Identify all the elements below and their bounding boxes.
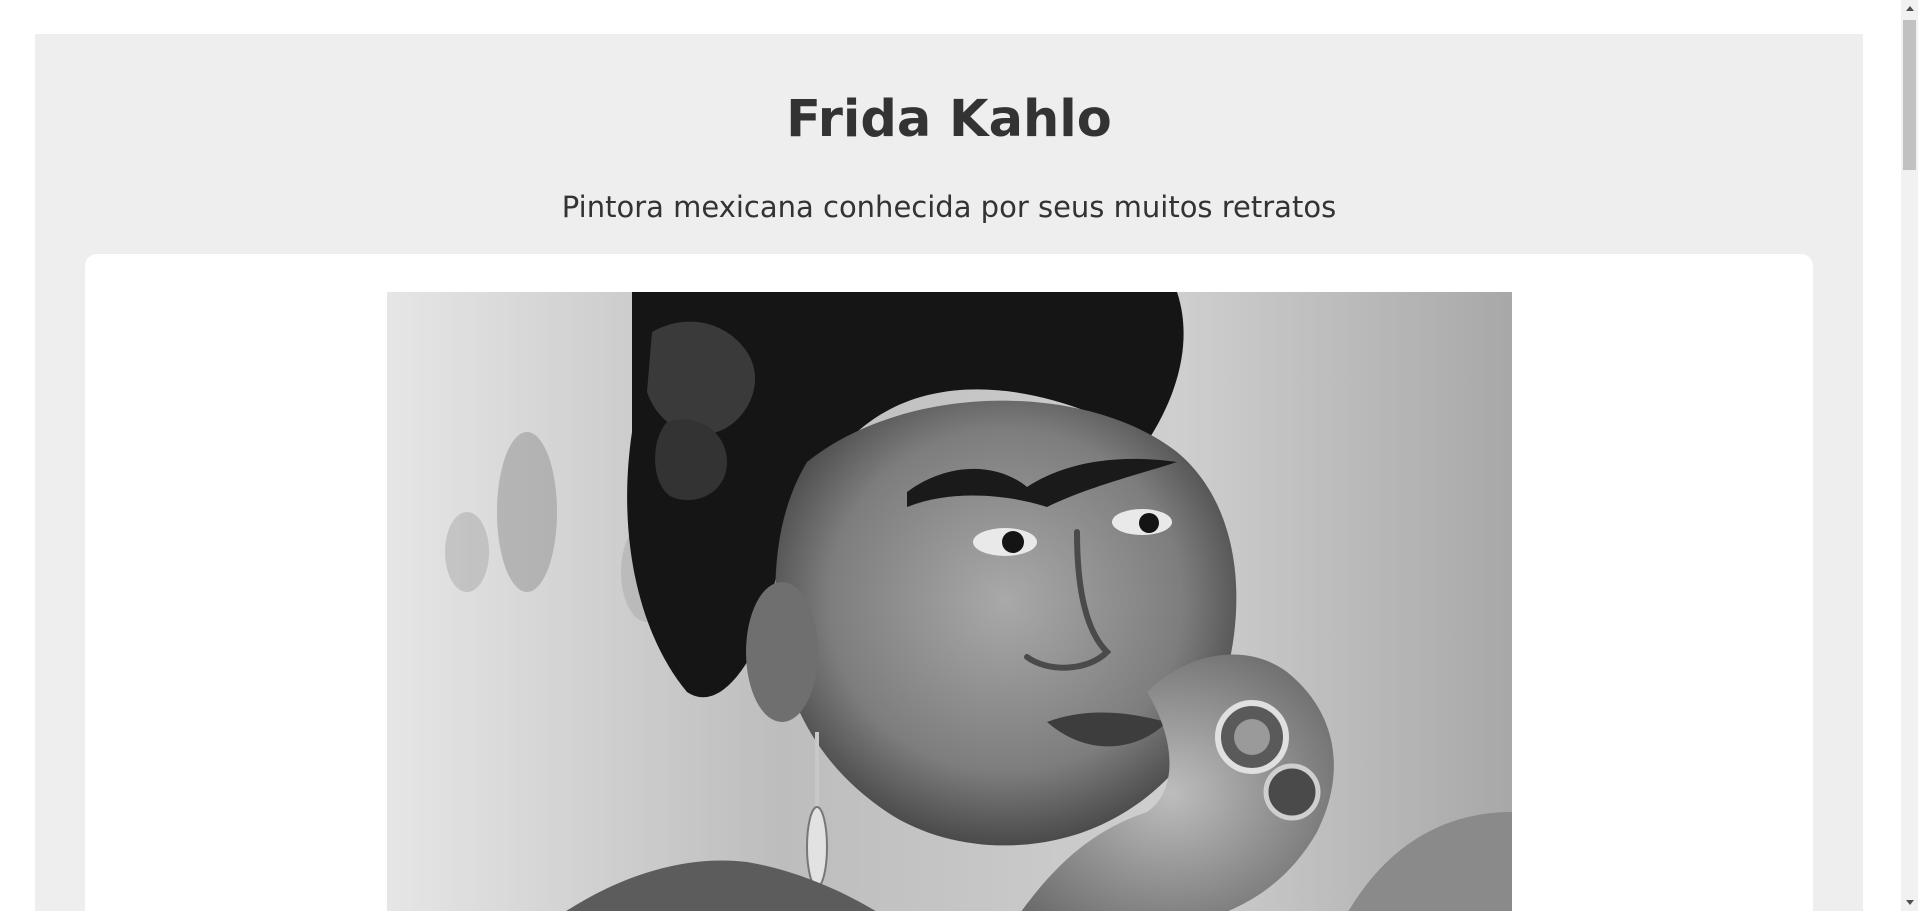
- scroll-up-arrow-icon[interactable]: [1901, 0, 1918, 17]
- portrait-photo-icon: [387, 292, 1512, 911]
- vertical-scrollbar[interactable]: [1901, 0, 1918, 911]
- scrollbar-thumb[interactable]: [1903, 20, 1916, 170]
- page-subtitle: Pintora mexicana conhecida por seus muit…: [561, 190, 1337, 224]
- scroll-down-arrow-icon[interactable]: [1901, 894, 1918, 911]
- main-section: Frida Kahlo Pintora mexicana conhecida p…: [35, 34, 1863, 911]
- page-title: Frida Kahlo: [786, 90, 1112, 149]
- page: Frida Kahlo Pintora mexicana conhecida p…: [0, 0, 1918, 911]
- image-card: [85, 254, 1813, 911]
- portrait-image: [387, 292, 1512, 911]
